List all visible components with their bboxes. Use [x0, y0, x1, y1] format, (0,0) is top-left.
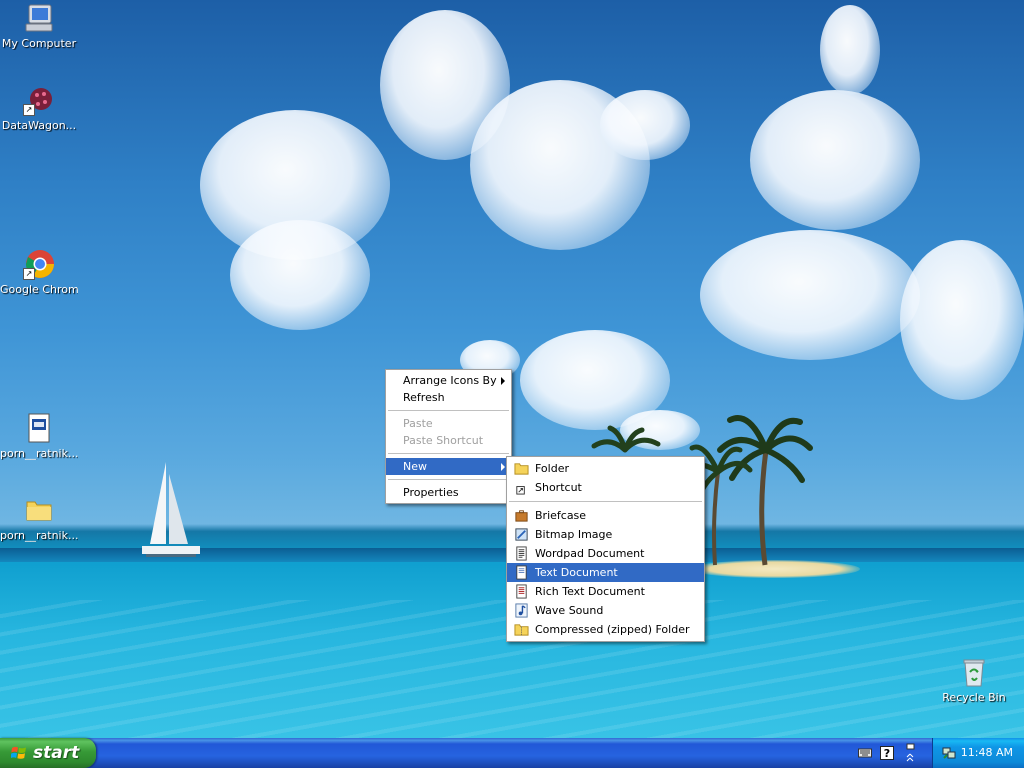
new-menu-item-folder[interactable]: Folder — [507, 459, 704, 478]
desktop[interactable]: My Computer ↗ DataWagon... ↗ Google Chro… — [0, 0, 1024, 738]
datawagon-icon: ↗ — [23, 84, 55, 116]
new-submenu: Folder Shortcut Briefcase Bitmap Image W… — [506, 456, 705, 642]
new-menu-item-rich-text-document[interactable]: Rich Text Document — [507, 582, 704, 601]
desktop-icon-folder[interactable]: porn__ratnik... — [0, 494, 78, 542]
menu-item-label: Properties — [403, 486, 459, 499]
desktop-icon-label: Recycle Bin — [942, 691, 1006, 704]
shortcut-arrow-icon: ↗ — [23, 268, 35, 280]
desktop-icon-datawagon[interactable]: ↗ DataWagon... — [0, 84, 78, 132]
desktop-icon-label: My Computer — [1, 37, 77, 50]
taskbar: start ? 11:48 AM — [0, 738, 1024, 768]
new-menu-item-wordpad-document[interactable]: Wordpad Document — [507, 544, 704, 563]
menu-item-refresh[interactable]: Refresh — [386, 389, 511, 406]
new-menu-item-wave-sound[interactable]: Wave Sound — [507, 601, 704, 620]
menu-separator — [388, 479, 509, 480]
menu-item-label: Compressed (zipped) Folder — [535, 623, 690, 636]
desktop-icon-recycle-bin[interactable]: Recycle Bin — [935, 656, 1013, 704]
shortcut-icon — [516, 486, 525, 495]
menu-item-label: Wave Sound — [535, 604, 604, 617]
menu-item-label: Refresh — [403, 391, 445, 404]
svg-text:?: ? — [884, 747, 890, 760]
system-tray: 11:48 AM — [932, 738, 1024, 768]
new-menu-item-zipped-folder[interactable]: Compressed (zipped) Folder — [507, 620, 704, 639]
keyboard-icon[interactable] — [858, 746, 872, 760]
desktop-icon-label: porn__ratnik... — [0, 447, 78, 460]
briefcase-icon — [515, 510, 528, 522]
menu-item-label: Paste Shortcut — [403, 434, 484, 447]
desktop-icon-label: porn__ratnik... — [0, 529, 78, 542]
start-label: start — [33, 743, 80, 763]
menu-separator — [388, 453, 509, 454]
menu-item-label: Briefcase — [535, 509, 587, 522]
safely-remove-hardware-icon[interactable] — [903, 742, 917, 762]
menu-item-label: Wordpad Document — [535, 547, 645, 560]
menu-item-label: Folder — [535, 462, 569, 475]
desktop-context-menu: Arrange Icons By Refresh Paste Paste Sho… — [385, 369, 512, 504]
menu-item-arrange-icons-by[interactable]: Arrange Icons By — [386, 372, 511, 389]
desktop-icon-my-computer[interactable]: My Computer — [0, 2, 78, 50]
my-computer-icon — [23, 2, 55, 34]
help-icon[interactable]: ? — [880, 746, 894, 760]
menu-separator — [509, 501, 702, 502]
menu-item-label: Shortcut — [535, 481, 582, 494]
menu-item-label: New — [403, 460, 427, 473]
bitmap-image-icon — [515, 528, 528, 541]
folder-icon — [23, 494, 55, 526]
chrome-icon: ↗ — [23, 248, 55, 280]
text-document-icon — [516, 565, 527, 580]
executable-file-icon — [23, 412, 55, 444]
wordpad-document-icon — [516, 546, 527, 561]
desktop-icon-label: Google Chrome — [0, 283, 78, 296]
start-button[interactable]: start — [0, 738, 96, 768]
menu-separator — [388, 410, 509, 411]
new-menu-item-bitmap-image[interactable]: Bitmap Image — [507, 525, 704, 544]
new-menu-item-text-document[interactable]: Text Document — [507, 563, 704, 582]
menu-item-label: Arrange Icons By — [403, 374, 497, 387]
menu-item-label: Rich Text Document — [535, 585, 645, 598]
new-menu-item-briefcase[interactable]: Briefcase — [507, 506, 704, 525]
menu-item-properties[interactable]: Properties — [386, 484, 511, 501]
network-icon[interactable] — [942, 746, 956, 760]
menu-item-paste-shortcut: Paste Shortcut — [386, 432, 511, 449]
desktop-icon-executable-file[interactable]: porn__ratnik... — [0, 412, 78, 460]
menu-item-label: Bitmap Image — [535, 528, 613, 541]
recycle-bin-icon — [958, 656, 990, 688]
menu-item-label: Paste — [403, 417, 433, 430]
submenu-arrow-icon — [501, 463, 505, 471]
shortcut-arrow-icon: ↗ — [23, 104, 35, 116]
new-menu-item-shortcut[interactable]: Shortcut — [507, 478, 704, 497]
menu-item-label: Text Document — [535, 566, 618, 579]
zipped-folder-icon — [514, 624, 529, 636]
desktop-icon-google-chrome[interactable]: ↗ Google Chrome — [0, 248, 78, 296]
wave-sound-icon — [515, 603, 528, 618]
submenu-arrow-icon — [501, 377, 505, 385]
folder-icon — [514, 463, 529, 475]
desktop-icon-label: DataWagon... — [1, 119, 77, 132]
menu-item-paste: Paste — [386, 415, 511, 432]
sailboat-decoration — [142, 462, 200, 557]
windows-logo-icon — [11, 746, 26, 759]
menu-item-new[interactable]: New — [386, 458, 511, 475]
rich-text-document-icon — [516, 584, 527, 599]
clock[interactable]: 11:48 AM — [961, 746, 1013, 759]
